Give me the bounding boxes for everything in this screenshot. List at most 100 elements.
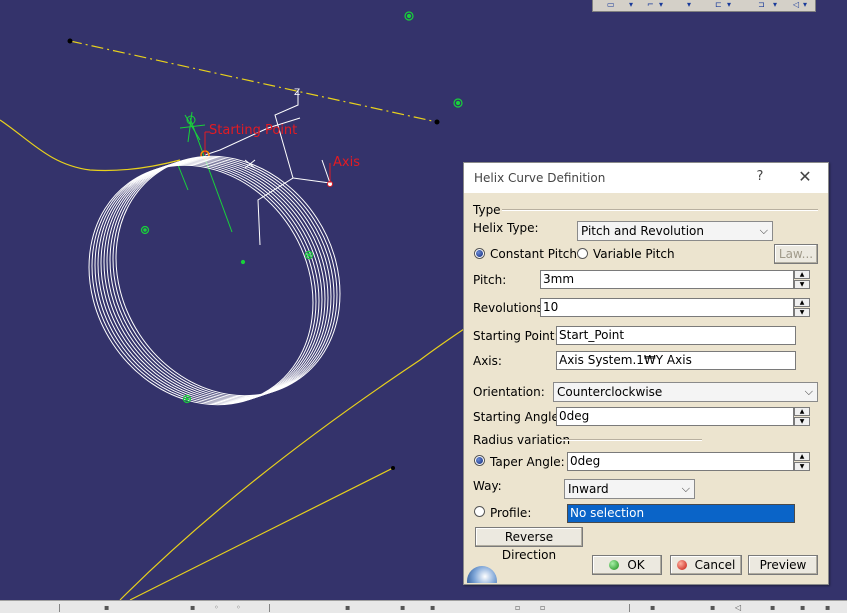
constant-pitch-label[interactable]: Constant Pitch <box>490 247 577 261</box>
spin-up-icon[interactable]: ▲ <box>794 452 810 461</box>
helix-curve-definition-dialog[interactable]: Helix Curve Definition ? ✕ Type Helix Ty… <box>463 162 829 585</box>
toolbar-icon[interactable]: ◁ <box>735 604 745 612</box>
constant-pitch-radio[interactable] <box>474 248 485 259</box>
revolutions-spinner[interactable]: ▲ ▼ <box>794 298 810 317</box>
reverse-direction-button[interactable]: Reverse Direction <box>475 527 583 562</box>
axis-field-label: Axis: <box>473 354 502 368</box>
chevron-down-icon: ⌵ <box>804 385 813 398</box>
helix-type-dropdown[interactable]: Pitch and Revolution ⌵ <box>577 221 773 241</box>
helix-type-label: Helix Type: <box>473 221 539 235</box>
chevron-down-icon: ⌵ <box>759 224 768 237</box>
dashed-axis-line[interactable] <box>69 40 438 123</box>
starting-angle-spinner[interactable]: ▲ ▼ <box>794 407 810 426</box>
starting-point-field-label: Starting Point: <box>473 329 559 343</box>
variable-pitch-label[interactable]: Variable Pitch <box>593 247 675 261</box>
toolbar-separator-icon: | <box>58 603 61 612</box>
dialog-title: Helix Curve Definition <box>474 171 606 185</box>
cancel-label: Cancel <box>694 558 736 572</box>
bottom-toolbar[interactable]: | ▪ ▪ ◦ ◦ | ▪ ▪ ▪ ▫ ▫ | ▪ ▪ ◁ ▪ ▪ ▪ <box>0 600 847 613</box>
ok-button[interactable]: OK <box>592 555 662 575</box>
toolbar-icon[interactable]: ▫ <box>540 604 550 612</box>
chevron-down-icon[interactable]: ▾ <box>659 1 673 9</box>
axis-system[interactable] <box>204 90 331 246</box>
revolutions-input[interactable]: 10 <box>540 298 794 317</box>
dialog-titlebar[interactable]: Helix Curve Definition ? ✕ <box>464 163 828 193</box>
orientation-dropdown[interactable]: Counterclockwise ⌵ <box>553 382 818 402</box>
starting-point-label[interactable]: Starting Point <box>209 123 297 138</box>
toolbar-icon[interactable]: ▪ <box>770 604 780 612</box>
toolbar-icon[interactable]: ▪ <box>345 604 355 612</box>
toolbar-icon[interactable]: ▪ <box>430 604 440 612</box>
ok-icon <box>609 560 620 570</box>
axis-label[interactable]: Axis <box>333 155 360 170</box>
chevron-down-icon[interactable]: ▾ <box>629 1 643 9</box>
toolbar-icon[interactable]: ▪ <box>800 604 810 612</box>
taper-angle-spinner[interactable]: ▲ ▼ <box>794 452 810 471</box>
law-button[interactable]: Law... <box>774 244 818 264</box>
toolbar-icon[interactable]: ▪ <box>825 604 835 612</box>
type-group-label: Type <box>473 203 501 217</box>
toolbar-icon[interactable]: ▪ <box>400 604 410 612</box>
starting-angle-label: Starting Angle: <box>473 410 563 424</box>
spin-down-icon[interactable]: ▼ <box>794 417 810 426</box>
way-dropdown[interactable]: Inward ⌵ <box>564 479 695 499</box>
profile-label[interactable]: Profile: <box>490 506 531 520</box>
dialog-corner-logo-icon <box>465 554 511 583</box>
preview-button[interactable]: Preview <box>748 555 818 575</box>
orientation-value: Counterclockwise <box>557 385 663 399</box>
spin-up-icon[interactable]: ▲ <box>794 407 810 416</box>
toolbar-icon[interactable]: ◦ <box>214 604 224 612</box>
chevron-down-icon: ⌵ <box>681 482 690 495</box>
sketch-curve-left[interactable] <box>0 119 181 172</box>
spin-down-icon[interactable]: ▼ <box>794 280 810 289</box>
sketch-line-lower[interactable] <box>129 467 394 601</box>
toolbar-icon[interactable]: ▪ <box>650 604 660 612</box>
spin-down-icon[interactable]: ▼ <box>794 462 810 471</box>
toolbar-icon[interactable]: ▭ <box>607 1 621 9</box>
sketch-curve-large[interactable] <box>119 324 471 601</box>
orientation-label: Orientation: <box>473 385 545 399</box>
toolbar-icon[interactable]: ▪ <box>104 604 114 612</box>
pitch-spinner[interactable]: ▲ ▼ <box>794 270 810 289</box>
pitch-input[interactable]: 3mm <box>540 270 794 289</box>
top-toolbar[interactable]: ▭ ▾ ⌐ ▾ ▾ ⊏ ▾ ⊐ ▾ ◁ ▾ <box>592 0 816 12</box>
radius-variation-divider <box>560 439 702 441</box>
taper-angle-label[interactable]: Taper Angle: <box>490 455 565 469</box>
spin-up-icon[interactable]: ▲ <box>794 298 810 307</box>
spin-down-icon[interactable]: ▼ <box>794 308 810 317</box>
toolbar-icon[interactable]: ▫ <box>515 604 525 612</box>
radius-variation-group-label: Radius variation <box>473 433 571 447</box>
toolbar-separator-icon: | <box>268 603 271 612</box>
toolbar-icon[interactable]: ⊐ <box>758 1 772 9</box>
toolbar-separator-icon: | <box>628 603 631 612</box>
way-label: Way: <box>473 479 502 493</box>
line-endpoint[interactable] <box>434 119 440 125</box>
axis-input[interactable]: Axis System.1₩Y Axis <box>556 351 796 370</box>
toolbar-icon[interactable]: ◦ <box>236 604 246 612</box>
pitch-label: Pitch: <box>473 273 507 287</box>
taper-angle-input[interactable]: 0deg <box>567 452 794 471</box>
starting-point-input[interactable]: Start_Point <box>556 326 796 345</box>
ok-label: OK <box>627 558 645 572</box>
line-endpoint[interactable] <box>67 38 73 44</box>
profile-radio[interactable] <box>474 506 485 517</box>
axis-z-glyph: Z <box>294 88 300 98</box>
toolbar-icon[interactable]: ▪ <box>190 604 200 612</box>
taper-angle-radio[interactable] <box>474 455 485 466</box>
helix-type-value: Pitch and Revolution <box>581 224 704 238</box>
cancel-button[interactable]: Cancel <box>670 555 742 575</box>
revolutions-label: Revolutions: <box>473 301 547 315</box>
toolbar-icon[interactable]: ▪ <box>710 604 720 612</box>
starting-angle-input[interactable]: 0deg <box>556 407 794 426</box>
chevron-down-icon[interactable]: ▾ <box>687 1 701 9</box>
chevron-down-icon[interactable]: ▾ <box>773 1 787 9</box>
spin-up-icon[interactable]: ▲ <box>794 270 810 279</box>
line-endpoint[interactable] <box>391 466 395 470</box>
chevron-down-icon[interactable]: ▾ <box>727 1 741 9</box>
variable-pitch-radio[interactable] <box>577 248 588 259</box>
close-button[interactable]: ✕ <box>796 167 814 187</box>
way-value: Inward <box>568 482 609 496</box>
chevron-down-icon[interactable]: ▾ <box>803 1 817 9</box>
profile-input[interactable]: No selection <box>567 504 795 523</box>
help-button[interactable]: ? <box>752 169 768 187</box>
